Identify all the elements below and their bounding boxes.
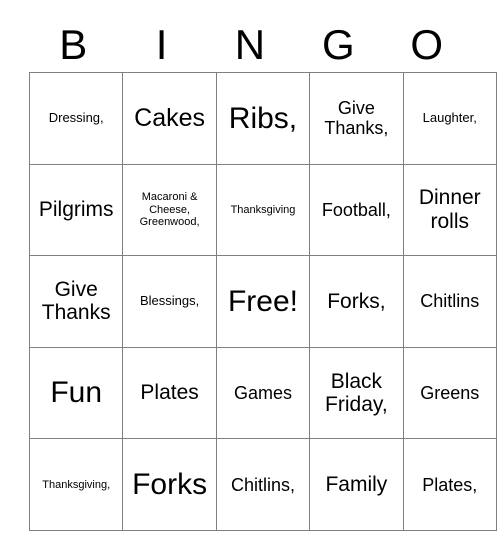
bingo-cell-label: Plates	[140, 381, 199, 405]
bingo-row: Fun Plates Games Black Friday, Greens	[28, 346, 497, 440]
bingo-cell[interactable]: Dinner rolls	[402, 163, 497, 257]
bingo-cell[interactable]: Black Friday,	[309, 346, 404, 440]
bingo-cell[interactable]: Plates,	[402, 438, 497, 531]
bingo-cell-label: Thanksgiving	[230, 203, 296, 216]
bingo-cell-label: Games	[233, 383, 292, 403]
bingo-cell[interactable]: Family	[309, 438, 404, 531]
bingo-cell[interactable]: Greens	[402, 346, 497, 440]
bingo-cell[interactable]: Give Thanks,	[309, 72, 404, 165]
bingo-cell-label: Chitlins,	[230, 474, 295, 495]
bingo-cell-free[interactable]: Free!	[215, 255, 311, 348]
bingo-cell-label: Black Friday,	[325, 369, 388, 417]
bingo-cell-label: Dressing,	[48, 110, 104, 126]
bingo-header-letter-o: O	[410, 21, 444, 68]
bingo-cell-label: Greens	[420, 383, 480, 403]
bingo-row: Give Thanks Blessings, Free! Forks, Chit…	[28, 255, 497, 348]
bingo-row: Thanksgiving, Forks Chitlins, Family Pla…	[28, 438, 497, 531]
bingo-cell[interactable]: Football,	[309, 163, 404, 257]
bingo-cell-label: Forks,	[327, 289, 386, 313]
bingo-cell[interactable]: Plates	[122, 346, 217, 440]
bingo-cell[interactable]: Chitlins,	[215, 438, 311, 531]
bingo-header-letter-n: N	[234, 21, 266, 68]
bingo-cell-label: Pilgrims	[38, 198, 114, 222]
bingo-cell[interactable]: Cakes	[122, 72, 217, 165]
bingo-cell[interactable]: Laughter,	[402, 72, 497, 165]
bingo-cell[interactable]: Pilgrims	[28, 163, 124, 257]
bingo-cell-label: Plates,	[422, 474, 478, 495]
bingo-cell[interactable]: Thanksgiving	[215, 163, 311, 257]
bingo-cell-label: Family	[325, 472, 388, 496]
bingo-cell[interactable]: Games	[215, 346, 311, 440]
bingo-cell-label: Blessings,	[139, 293, 200, 309]
bingo-header: B I N G O	[29, 18, 471, 72]
bingo-cell[interactable]: Forks	[122, 438, 217, 531]
bingo-cell[interactable]: Thanksgiving,	[28, 438, 124, 531]
bingo-cell-label: Cakes	[134, 104, 206, 133]
bingo-cell-label: Give Thanks,	[324, 98, 389, 139]
bingo-row: Pilgrims Macaroni & Cheese, Greenwood, T…	[28, 163, 497, 257]
bingo-cell-label: Laughter,	[422, 110, 477, 126]
bingo-cell-label: Forks	[132, 467, 208, 501]
bingo-cell-label: Dinner rolls	[418, 186, 481, 233]
bingo-header-letter-b: B	[59, 21, 88, 68]
bingo-cell[interactable]: Dressing,	[28, 72, 124, 165]
bingo-row: Dressing, Cakes Ribs, Give Thanks, Laugh…	[28, 72, 497, 165]
bingo-cell-label: Football,	[321, 199, 391, 220]
bingo-cell-label: Give Thanks	[41, 277, 111, 325]
bingo-header-letter-i: I	[155, 21, 168, 68]
bingo-cell[interactable]: Blessings,	[122, 255, 217, 348]
bingo-cell[interactable]: Macaroni & Cheese, Greenwood,	[122, 163, 217, 257]
bingo-cell-label: Chitlins	[420, 291, 480, 312]
bingo-cell[interactable]: Fun	[28, 346, 124, 440]
bingo-cell-label: Thanksgiving,	[42, 478, 111, 491]
bingo-cell[interactable]: Give Thanks	[28, 255, 124, 348]
bingo-card: B I N G O Dressing, Cakes Ribs, Give Tha…	[28, 18, 497, 531]
bingo-cell-label: Ribs,	[228, 101, 298, 135]
bingo-grid: Dressing, Cakes Ribs, Give Thanks, Laugh…	[28, 72, 497, 531]
bingo-cell[interactable]: Ribs,	[215, 72, 311, 165]
bingo-cell-label: Free!	[227, 284, 298, 318]
bingo-cell-label: Macaroni & Cheese, Greenwood,	[139, 191, 200, 229]
bingo-cell[interactable]: Forks,	[309, 255, 404, 348]
bingo-cell[interactable]: Chitlins	[402, 255, 497, 348]
bingo-cell-label: Fun	[50, 376, 103, 410]
bingo-header-letter-g: G	[322, 21, 355, 68]
